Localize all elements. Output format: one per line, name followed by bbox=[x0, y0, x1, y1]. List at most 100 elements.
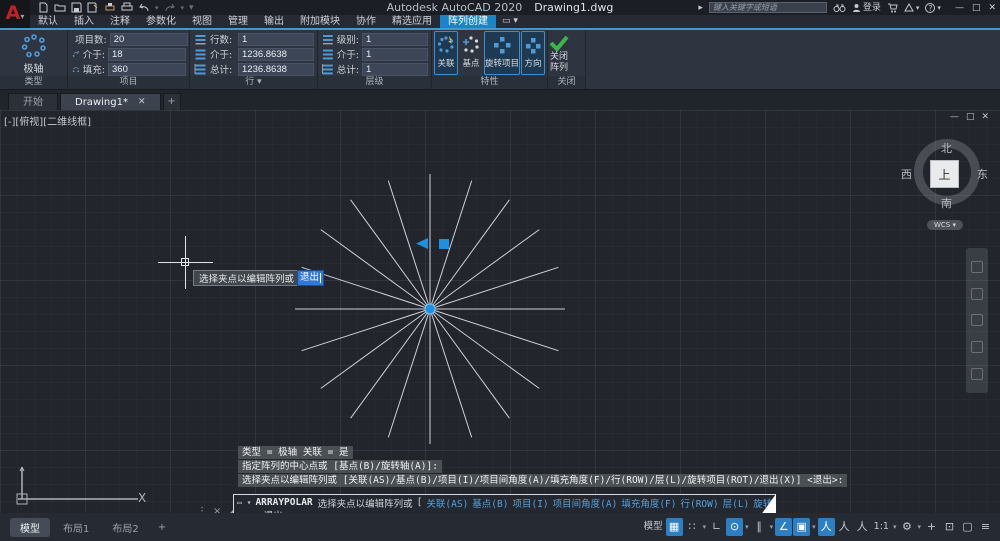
new-drawing-tab-button[interactable]: + bbox=[162, 93, 181, 110]
workspace-switching-button[interactable]: ⚙ bbox=[898, 518, 915, 536]
ribbon-display-toggle[interactable]: ▭ ▾ bbox=[496, 15, 524, 28]
tab-default[interactable]: 默认 bbox=[30, 15, 66, 28]
option-levels[interactable]: 层(L) bbox=[723, 496, 750, 510]
levels-count-input[interactable] bbox=[362, 32, 428, 46]
dynamic-input-field[interactable]: 退出 bbox=[297, 270, 325, 286]
workspace-caret-icon[interactable]: ▾ bbox=[916, 523, 922, 531]
doc-restore-button[interactable]: □ bbox=[966, 112, 975, 122]
application-menu-button[interactable]: A▾ bbox=[0, 0, 30, 28]
app-store-cart-icon[interactable] bbox=[887, 3, 898, 13]
save-as-icon[interactable] bbox=[87, 2, 99, 13]
redo-caret-icon[interactable]: ▾ bbox=[181, 4, 185, 12]
polar-array-type-button[interactable]: 极轴 bbox=[0, 31, 67, 75]
restore-button[interactable]: □ bbox=[972, 3, 981, 13]
drawing-area[interactable]: [-][俯视][二维线框] — □ ✕ 选择夹点以编辑阵列或 ▾ 退出 北 西 … bbox=[0, 110, 1000, 513]
file-tab-start[interactable]: 开始 bbox=[8, 93, 58, 110]
tab-annotate[interactable]: 注释 bbox=[102, 15, 138, 28]
close-button[interactable]: ✕ bbox=[988, 3, 996, 13]
option-angle-between[interactable]: 项目间角度(A) bbox=[553, 496, 618, 510]
levels-total-input[interactable] bbox=[362, 62, 428, 76]
viewcube-north[interactable]: 北 bbox=[941, 140, 952, 156]
new-layout-button[interactable]: + bbox=[152, 520, 172, 535]
sign-in-label[interactable]: 登录 bbox=[863, 2, 881, 14]
tab-collaborate[interactable]: 协作 bbox=[348, 15, 384, 28]
minimize-button[interactable]: — bbox=[955, 3, 964, 13]
tab-parametric[interactable]: 参数化 bbox=[138, 15, 184, 28]
open-folder-icon[interactable] bbox=[54, 2, 66, 13]
tab-output[interactable]: 输出 bbox=[256, 15, 292, 28]
annotation-monitor-toggle[interactable]: + bbox=[923, 518, 940, 536]
option-base-point[interactable]: 基点(B) bbox=[472, 496, 508, 510]
option-fill-angle[interactable]: 填充角度(F) bbox=[621, 496, 676, 510]
levels-between-input[interactable] bbox=[362, 47, 428, 61]
tab-insert[interactable]: 插入 bbox=[66, 15, 102, 28]
panel-label-close[interactable]: 关闭 bbox=[548, 76, 585, 89]
panel-label-levels[interactable]: 层级 bbox=[318, 76, 431, 89]
doc-minimize-button[interactable]: — bbox=[950, 112, 959, 122]
file-tab-drawing1[interactable]: Drawing1* ✕ bbox=[60, 93, 161, 110]
viewcube-top-face[interactable]: 上 bbox=[930, 160, 959, 188]
plot-icon[interactable] bbox=[104, 2, 116, 13]
rotate-items-button[interactable]: 旋转项目 bbox=[484, 31, 521, 75]
orbit-icon[interactable] bbox=[971, 341, 983, 354]
polar-tracking-caret-icon[interactable]: ▾ bbox=[744, 523, 750, 531]
help-icon[interactable]: ? ▾ bbox=[925, 2, 941, 14]
file-tab-close-icon[interactable]: ✕ bbox=[138, 94, 146, 111]
close-array-button[interactable]: 关闭 阵列 bbox=[548, 32, 570, 74]
snap-mode-caret-icon[interactable]: ▾ bbox=[702, 523, 708, 531]
undo-caret-icon[interactable]: ▾ bbox=[155, 4, 159, 12]
layout-tab-layout2[interactable]: 布局2 bbox=[102, 518, 148, 537]
items-count-input[interactable] bbox=[109, 32, 188, 46]
isometric-caret-icon[interactable]: ▾ bbox=[769, 523, 775, 531]
object-snap-tracking-toggle[interactable]: ∠ bbox=[775, 518, 793, 536]
annotation-visibility-toggle[interactable]: 人 bbox=[817, 518, 835, 536]
account-icon[interactable]: 登录 bbox=[852, 2, 881, 14]
tab-addins[interactable]: 附加模块 bbox=[292, 15, 348, 28]
qat-customize-icon[interactable]: ▾ bbox=[189, 3, 194, 13]
viewcube-south[interactable]: 南 bbox=[941, 195, 952, 211]
rows-total-input[interactable] bbox=[238, 62, 314, 76]
autodesk-exchange-icon[interactable]: ▾ bbox=[904, 2, 919, 14]
layout-tab-model[interactable]: 模型 bbox=[10, 517, 50, 537]
items-between-input[interactable] bbox=[108, 47, 186, 61]
snap-mode-toggle[interactable]: ∷ bbox=[684, 518, 701, 536]
annotation-scale-value[interactable]: 1:1 bbox=[872, 518, 891, 536]
tab-manage[interactable]: 管理 bbox=[220, 15, 256, 28]
doc-close-button[interactable]: ✕ bbox=[982, 112, 990, 122]
object-snap-caret-icon[interactable]: ▾ bbox=[811, 523, 817, 531]
direction-button[interactable]: 方向 bbox=[521, 31, 546, 75]
command-line-window[interactable]: ▭ ▾ ARRAYPOLAR 选择夹点以编辑阵列或 [ 关联(AS) 基点(B)… bbox=[233, 494, 776, 513]
isolate-objects-button[interactable]: ⊡ bbox=[941, 518, 958, 536]
redo-icon[interactable] bbox=[164, 3, 176, 13]
customization-button[interactable]: ≡ bbox=[977, 518, 994, 536]
viewcube-west[interactable]: 西 bbox=[901, 166, 912, 182]
object-snap-toggle[interactable]: ▣ bbox=[793, 518, 811, 536]
showmotion-icon[interactable] bbox=[971, 367, 983, 380]
panel-label-properties[interactable]: 特性 bbox=[432, 76, 547, 89]
tab-view[interactable]: 视图 bbox=[184, 15, 220, 28]
annotation-scale-button[interactable]: 人 bbox=[854, 518, 871, 536]
grid-display-toggle[interactable]: ▦ bbox=[665, 518, 683, 536]
zoom-icon[interactable] bbox=[971, 314, 983, 327]
polar-array-geometry[interactable] bbox=[0, 110, 1000, 513]
rows-between-input[interactable] bbox=[238, 47, 314, 61]
panel-label-type[interactable]: 类型 bbox=[0, 76, 67, 89]
clean-screen-button[interactable]: ▢ bbox=[959, 518, 976, 536]
option-associative[interactable]: 关联(AS) bbox=[426, 496, 468, 510]
new-file-icon[interactable] bbox=[38, 2, 49, 13]
command-window-grip[interactable]: ⋮ bbox=[197, 506, 207, 514]
command-recent-icon[interactable]: ▭ ▾ bbox=[237, 498, 251, 507]
undo-icon[interactable] bbox=[138, 3, 150, 13]
items-fill-input[interactable] bbox=[108, 62, 186, 76]
isometric-drafting-toggle[interactable]: ∥ bbox=[751, 518, 768, 536]
pan-icon[interactable] bbox=[971, 287, 983, 300]
base-point-button[interactable]: 基点 bbox=[459, 31, 483, 75]
annotation-scale-caret-icon[interactable]: ▾ bbox=[892, 523, 898, 531]
autoscale-toggle[interactable]: 人 bbox=[836, 518, 853, 536]
associative-button[interactable]: 关联 bbox=[434, 31, 458, 75]
polar-tracking-toggle[interactable]: ⊙ bbox=[726, 518, 744, 536]
tab-featured-apps[interactable]: 精选应用 bbox=[384, 15, 440, 28]
wcs-menu-button[interactable]: WCS ▾ bbox=[927, 220, 963, 230]
model-space-toggle[interactable]: 模型 bbox=[642, 518, 665, 536]
ortho-mode-toggle[interactable]: ∟ bbox=[708, 518, 725, 536]
